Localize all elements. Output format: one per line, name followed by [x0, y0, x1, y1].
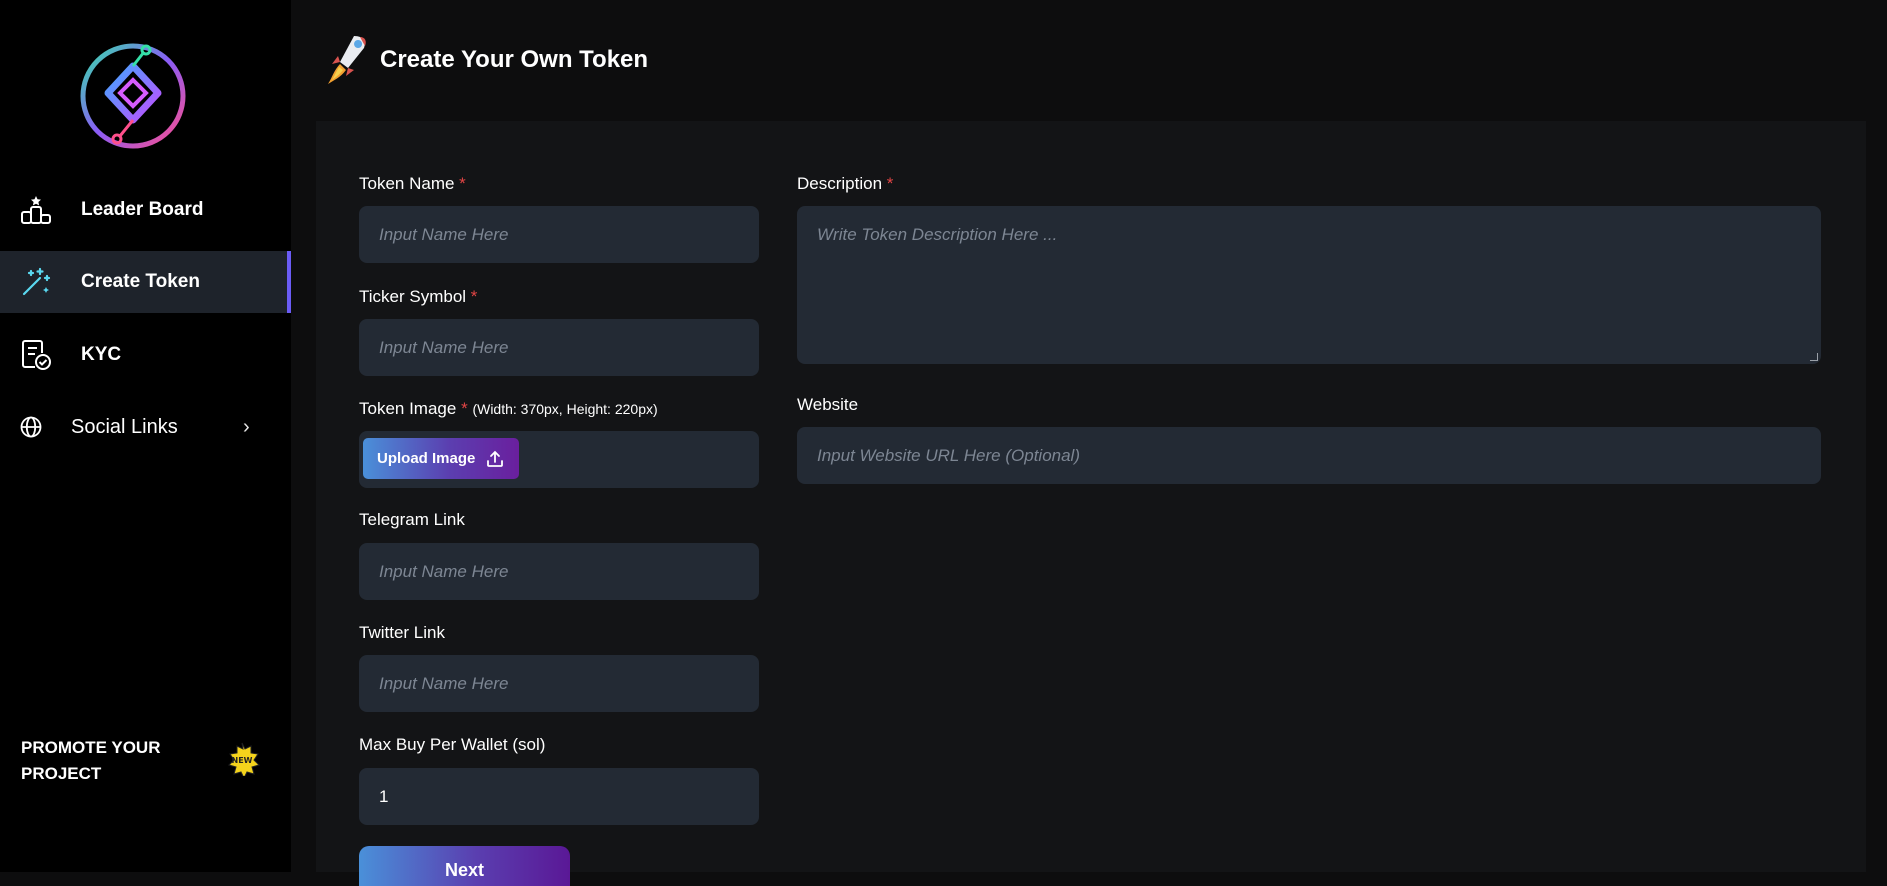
page-title: Create Your Own Token: [380, 46, 649, 73]
twitter-link-input[interactable]: Input Name Here: [359, 655, 759, 712]
token-name-label: Token Name *: [359, 174, 466, 194]
globe-icon: [18, 411, 44, 443]
upload-image-label: Upload Image: [377, 450, 476, 467]
main-content: Create Your Own Token Token Name * Input…: [291, 0, 1887, 872]
token-image-label: Token Image * (Width: 370px, Height: 220…: [359, 399, 658, 419]
max-buy-input[interactable]: 1: [359, 768, 759, 825]
ticker-symbol-input[interactable]: Input Name Here: [359, 319, 759, 376]
sidebar-item-create-token[interactable]: Create Token: [0, 251, 291, 313]
rocket-icon: [328, 36, 366, 84]
upload-icon: [487, 450, 504, 467]
svg-text:NEW: NEW: [232, 756, 253, 765]
token-image-label-text: Token Image: [359, 399, 457, 418]
required-marker: *: [886, 174, 894, 193]
promote-project-link[interactable]: PROMOTE YOUR PROJECT: [21, 735, 181, 787]
upload-image-button[interactable]: Upload Image: [363, 438, 519, 479]
chevron-right-icon[interactable]: ›: [243, 416, 250, 439]
document-check-icon: [20, 339, 52, 371]
website-input[interactable]: Input Website URL Here (Optional): [797, 427, 1821, 484]
max-buy-label: Max Buy Per Wallet (sol): [359, 735, 546, 754]
magic-wand-icon: [20, 266, 52, 298]
ticker-symbol-label-text: Ticker Symbol: [359, 287, 467, 306]
website-label: Website: [797, 395, 859, 414]
telegram-link-label: Telegram Link: [359, 510, 465, 529]
required-marker: *: [459, 174, 466, 193]
token-image-field: Upload Image: [359, 431, 759, 488]
token-name-input[interactable]: Input Name Here: [359, 206, 759, 263]
app-logo[interactable]: [78, 36, 188, 156]
sidebar-item-label: Social Links: [71, 415, 178, 438]
token-image-hint: (Width: 370px, Height: 220px): [472, 401, 658, 417]
resize-handle[interactable]: [1810, 353, 1818, 361]
sidebar-item-label: Leader Board: [81, 199, 204, 220]
sidebar-item-kyc[interactable]: KYC: [0, 324, 291, 386]
token-name-label-text: Token Name: [359, 174, 455, 193]
description-label: Description *: [797, 174, 893, 194]
next-button[interactable]: Next: [359, 846, 570, 886]
page-header: Create Your Own Token: [324, 34, 648, 86]
ticker-symbol-label: Ticker Symbol *: [359, 287, 477, 307]
sidebar-item-label: KYC: [81, 344, 122, 365]
sidebar-item-label: Create Token: [81, 271, 200, 292]
telegram-link-input[interactable]: Input Name Here: [359, 543, 759, 600]
description-textarea[interactable]: Write Token Description Here ...: [797, 206, 1821, 364]
leaderboard-icon: [20, 194, 52, 226]
new-badge-icon: NEW: [228, 742, 260, 776]
description-placeholder: Write Token Description Here ...: [817, 225, 1058, 244]
required-marker: *: [470, 287, 478, 306]
sidebar: Leader Board Create Token KYC Social Lin…: [0, 0, 291, 872]
twitter-link-label: Twitter Link: [359, 623, 445, 642]
required-marker: *: [461, 399, 468, 418]
sidebar-item-leader-board[interactable]: Leader Board: [0, 179, 291, 241]
sidebar-item-social-links[interactable]: Social Links ›: [0, 396, 291, 458]
description-label-text: Description: [797, 174, 883, 193]
